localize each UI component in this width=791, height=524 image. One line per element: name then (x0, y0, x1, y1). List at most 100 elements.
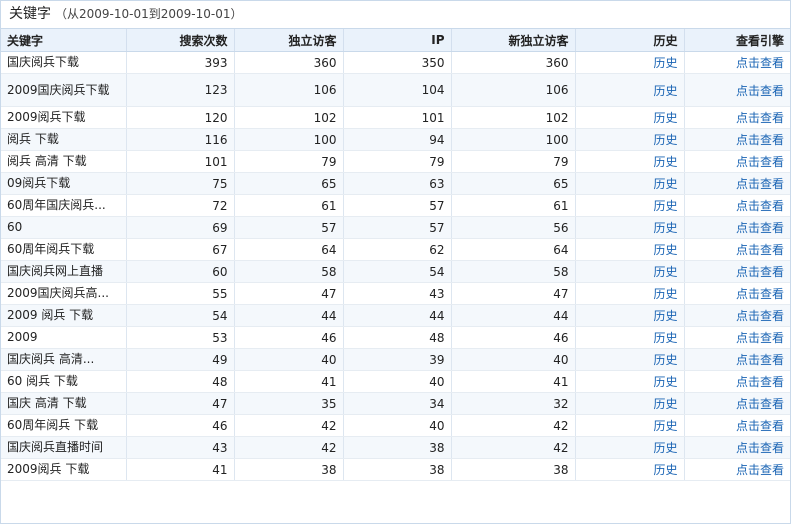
history-link[interactable]: 历史 (653, 84, 677, 98)
history-link[interactable]: 历史 (653, 265, 677, 279)
keyword-cell: 2009阅兵下载 (1, 106, 127, 129)
history-cell: 历史 (575, 436, 685, 459)
table-row: 09阅兵下载 75 65 63 65 历史 点击查看 (1, 172, 790, 195)
table-header-row: 关键字 搜索次数 独立访客 IP 新独立访客 历史 查看引擎 (1, 29, 790, 52)
history-link[interactable]: 历史 (653, 397, 677, 411)
history-link[interactable]: 历史 (653, 463, 677, 477)
column-header-new-visitors[interactable]: 新独立访客 (451, 29, 576, 52)
keyword-cell: 2009 阅兵 下载 (1, 304, 127, 327)
engine-link[interactable]: 点击查看 (736, 309, 784, 323)
history-link[interactable]: 历史 (653, 309, 677, 323)
table-row: 60周年国庆阅兵... 72 61 57 61 历史 点击查看 (1, 194, 790, 217)
searches-cell: 41 (126, 458, 235, 481)
engine-link[interactable]: 点击查看 (736, 177, 784, 191)
table-body: 国庆阅兵下载 393 360 350 360 历史 点击查看 2009国庆阅兵下载 123 106… (1, 51, 790, 481)
visitors-cell: 35 (234, 392, 344, 415)
new-visitors-cell: 56 (451, 216, 576, 239)
history-link[interactable]: 历史 (653, 133, 677, 147)
new-visitors-cell: 79 (451, 150, 576, 173)
keyword-report-panel: 关键字 （从2009-10-01到2009-10-01） 关键字 搜索次数 独立访… (0, 0, 791, 524)
keyword-text: 国庆 高清 下载 (7, 396, 87, 410)
column-header-visitors[interactable]: 独立访客 (234, 29, 344, 52)
engine-cell: 点击查看 (684, 436, 790, 459)
keyword-cell: 国庆阅兵直播时间 (1, 436, 127, 459)
history-link[interactable]: 历史 (653, 155, 677, 169)
history-link[interactable]: 历史 (653, 56, 677, 70)
keyword-text: 国庆阅兵直播时间 (7, 440, 104, 454)
history-link[interactable]: 历史 (653, 287, 677, 301)
searches-cell: 54 (126, 304, 235, 327)
ip-cell: 44 (343, 304, 452, 327)
engine-link[interactable]: 点击查看 (736, 419, 784, 433)
history-link[interactable]: 历史 (653, 419, 677, 433)
engine-link[interactable]: 点击查看 (736, 463, 784, 477)
history-link[interactable]: 历史 (653, 221, 677, 235)
keyword-text: 09阅兵下载 (7, 176, 71, 190)
keyword-cell: 阅兵 高清 下载 (1, 150, 127, 173)
engine-link[interactable]: 点击查看 (736, 397, 784, 411)
column-header-keyword[interactable]: 关键字 (1, 29, 127, 52)
keyword-text: 60周年国庆阅兵... (7, 198, 106, 212)
ip-cell: 57 (343, 194, 452, 217)
history-link[interactable]: 历史 (653, 441, 677, 455)
engine-cell: 点击查看 (684, 172, 790, 195)
keyword-cell: 国庆阅兵网上直播 (1, 260, 127, 283)
engine-link[interactable]: 点击查看 (736, 287, 784, 301)
engine-cell: 点击查看 (684, 216, 790, 239)
engine-link[interactable]: 点击查看 (736, 331, 784, 345)
history-link[interactable]: 历史 (653, 177, 677, 191)
history-link[interactable]: 历史 (653, 199, 677, 213)
table-row: 2009阅兵 下载 41 38 38 38 历史 点击查看 (1, 458, 790, 481)
column-header-ip[interactable]: IP (343, 29, 452, 52)
history-cell: 历史 (575, 150, 685, 173)
searches-cell: 101 (126, 150, 235, 173)
keyword-text: 阅兵 高清 下载 (7, 154, 87, 168)
visitors-cell: 65 (234, 172, 344, 195)
history-link[interactable]: 历史 (653, 375, 677, 389)
keyword-cell: 2009国庆阅兵高... (1, 282, 127, 305)
keyword-cell: 60 阅兵 下载 (1, 370, 127, 393)
panel-title-bar: 关键字 （从2009-10-01到2009-10-01） (1, 1, 790, 29)
engine-link[interactable]: 点击查看 (736, 375, 784, 389)
engine-link[interactable]: 点击查看 (736, 441, 784, 455)
engine-cell: 点击查看 (684, 348, 790, 371)
keyword-cell: 09阅兵下载 (1, 172, 127, 195)
keyword-text: 2009阅兵 下载 (7, 462, 90, 476)
searches-cell: 67 (126, 238, 235, 261)
engine-link[interactable]: 点击查看 (736, 199, 784, 213)
ip-cell: 34 (343, 392, 452, 415)
engine-link[interactable]: 点击查看 (736, 155, 784, 169)
engine-link[interactable]: 点击查看 (736, 353, 784, 367)
history-link[interactable]: 历史 (653, 243, 677, 257)
keyword-text: 阅兵 下载 (7, 132, 59, 146)
ip-cell: 38 (343, 458, 452, 481)
history-link[interactable]: 历史 (653, 331, 677, 345)
engine-link[interactable]: 点击查看 (736, 133, 784, 147)
engine-cell: 点击查看 (684, 414, 790, 437)
history-link[interactable]: 历史 (653, 353, 677, 367)
history-cell: 历史 (575, 348, 685, 371)
engine-cell: 点击查看 (684, 73, 790, 107)
keyword-text: 国庆阅兵 高清... (7, 352, 95, 366)
table-row: 60 阅兵 下载 48 41 40 41 历史 点击查看 (1, 370, 790, 393)
visitors-cell: 100 (234, 128, 344, 151)
engine-link[interactable]: 点击查看 (736, 243, 784, 257)
engine-link[interactable]: 点击查看 (736, 265, 784, 279)
new-visitors-cell: 42 (451, 414, 576, 437)
table-row: 阅兵 高清 下载 101 79 79 79 历史 点击查看 (1, 150, 790, 173)
visitors-cell: 41 (234, 370, 344, 393)
engine-link[interactable]: 点击查看 (736, 111, 784, 125)
history-cell: 历史 (575, 282, 685, 305)
engine-link[interactable]: 点击查看 (736, 221, 784, 235)
new-visitors-cell: 42 (451, 436, 576, 459)
column-header-searches[interactable]: 搜索次数 (126, 29, 235, 52)
engine-link[interactable]: 点击查看 (736, 56, 784, 70)
new-visitors-cell: 44 (451, 304, 576, 327)
keyword-text: 国庆阅兵网上直播 (7, 264, 104, 278)
history-link[interactable]: 历史 (653, 111, 677, 125)
searches-cell: 393 (126, 51, 235, 74)
keyword-text: 60 (7, 220, 23, 234)
engine-link[interactable]: 点击查看 (736, 84, 784, 98)
ip-cell: 38 (343, 436, 452, 459)
new-visitors-cell: 46 (451, 326, 576, 349)
